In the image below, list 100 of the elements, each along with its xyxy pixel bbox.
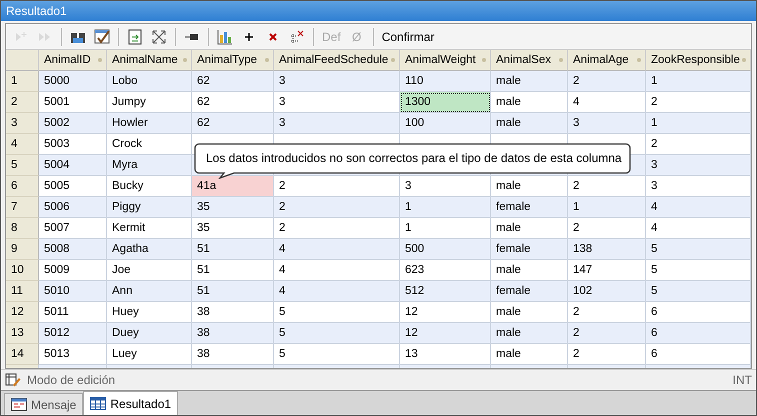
message-icon (11, 398, 27, 411)
table-cell: 1 (646, 113, 751, 134)
row-number: 8 (6, 218, 39, 239)
toolbar-button[interactable]: Confirmar (378, 26, 438, 48)
table-cell: 2 (646, 92, 751, 113)
table-cell: Howler (107, 113, 192, 134)
table-cell: 147 (568, 260, 646, 281)
table-cell: 5001 (39, 92, 107, 113)
column-header[interactable]: ZookResponsible (646, 50, 751, 71)
table-cell: 5009 (39, 260, 107, 281)
table-cell: 41a (192, 176, 274, 197)
column-header[interactable]: AnimalFeedSchedule (274, 50, 400, 71)
bottom-tab[interactable]: Mensaje (4, 393, 84, 415)
table-cell: 2 (646, 134, 751, 155)
table-cell: 5004 (39, 155, 107, 176)
table-cell: 51 (192, 260, 274, 281)
column-header[interactable]: AnimalType (192, 50, 274, 71)
row-number: 3 (6, 113, 39, 134)
table-cell: 5000 (39, 71, 107, 92)
table-cell: Huey (107, 302, 192, 323)
row-number: 4 (6, 134, 39, 155)
table-cell: Joe (107, 260, 192, 281)
table-cell: 6 (646, 302, 751, 323)
row-number: 13 (6, 323, 39, 344)
table-cell: male (491, 344, 568, 365)
column-header[interactable]: AnimalWeight (400, 50, 491, 71)
table-cell: female (491, 197, 568, 218)
table-cell: 4 (568, 92, 646, 113)
table-cell: Myra (107, 155, 192, 176)
column-header[interactable]: AnimalSex (491, 50, 568, 71)
table-cell: 5002 (39, 113, 107, 134)
table-cell: 2 (568, 323, 646, 344)
table-cell: 51 (192, 239, 274, 260)
table-cell: 5005 (39, 176, 107, 197)
bar-chart-icon (217, 28, 233, 44)
grid-icon (90, 397, 106, 410)
table-cell: male (491, 302, 568, 323)
table-cell: 512 (400, 281, 491, 302)
table-cell: 500 (400, 239, 491, 260)
table-cell: 51 (192, 281, 274, 302)
table-cell: Luey (107, 344, 192, 365)
status-text: Modo de edición (27, 373, 116, 387)
column-header[interactable]: AnimalAge (568, 50, 646, 71)
table-cell: 38 (192, 344, 274, 365)
table-cell: male (491, 71, 568, 92)
row-number: 5 (6, 155, 39, 176)
table-cell: 62 (192, 113, 274, 134)
expand-icon (151, 28, 167, 44)
row-number: 9 (6, 239, 39, 260)
table-cell: 2 (274, 197, 400, 218)
table-cell: 4 (646, 197, 751, 218)
table-cell: 102 (568, 281, 646, 302)
row-number: 11 (6, 281, 39, 302)
table-cell: 3 (274, 113, 400, 134)
table-cell: 35 (192, 218, 274, 239)
table-cell: 3 (568, 113, 646, 134)
table-cell: male (491, 218, 568, 239)
table-cell: 2 (568, 218, 646, 239)
table-cell: 3 (400, 176, 491, 197)
table-cell: 100 (400, 113, 491, 134)
table-cell: 138 (568, 239, 646, 260)
table-cell: 5 (274, 302, 400, 323)
table-cell: 5 (646, 239, 751, 260)
table-cell: 4 (274, 281, 400, 302)
table-cell: 2 (568, 344, 646, 365)
bottom-tab[interactable]: Resultado1 (83, 391, 178, 415)
table-cell: 13 (400, 344, 491, 365)
row-number: 14 (6, 344, 39, 365)
row-number: 6 (6, 176, 39, 197)
table-cell: 2 (274, 176, 400, 197)
row-number: 12 (6, 302, 39, 323)
export-icon (127, 28, 143, 44)
row-number: 2 (6, 92, 39, 113)
table-cell: 1 (646, 71, 751, 92)
table-cell: 3 (646, 155, 751, 176)
table-cell: 5 (274, 323, 400, 344)
table-cell: 4 (274, 239, 400, 260)
clear-icon (289, 28, 305, 44)
edit-grid-icon (5, 373, 21, 387)
table-cell: 1 (568, 197, 646, 218)
table-cell: Piggy (107, 197, 192, 218)
column-header[interactable]: AnimalName (107, 50, 192, 71)
table-cell: Lobo (107, 71, 192, 92)
table-cell: 3 (274, 71, 400, 92)
table-cell: 2 (568, 71, 646, 92)
table-cell: 5007 (39, 218, 107, 239)
table-cell: 5008 (39, 239, 107, 260)
table-cell: 5 (646, 281, 751, 302)
table-cell: 5003 (39, 134, 107, 155)
table-cell: 35 (192, 197, 274, 218)
table-cell: 6 (646, 323, 751, 344)
table-cell: 5010 (39, 281, 107, 302)
table-cell: 2 (568, 176, 646, 197)
table-cell: 5006 (39, 197, 107, 218)
table-cell: male (491, 113, 568, 134)
data-type-label: INT (732, 373, 752, 387)
table-cell: Agatha (107, 239, 192, 260)
column-header[interactable]: AnimalID (39, 50, 107, 71)
row-number: 1 (6, 71, 39, 92)
table-cell: 4 (274, 260, 400, 281)
